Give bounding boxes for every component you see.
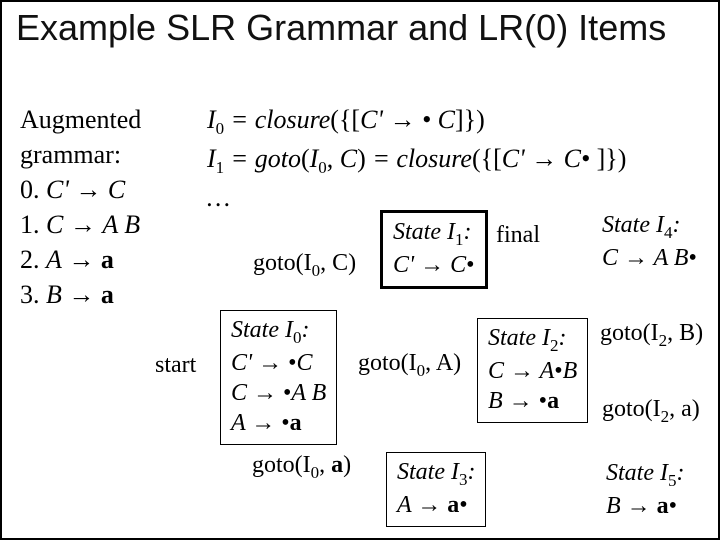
goto-i0-c-label: goto(I0, C): [253, 250, 356, 281]
closure-line-2: I1 = goto(I0, C) = closure({[C' → C• ]}): [207, 141, 626, 180]
state-i0-item-2: C → •A B: [231, 378, 326, 408]
goto-i0-a-label: goto(I0, A): [358, 350, 461, 381]
final-label: final: [496, 222, 540, 249]
closure-line-1: I0 = closure({[C' → • C]}): [207, 102, 626, 141]
state-i4-title: State I4:: [602, 210, 697, 243]
state-i1-item: C' → C•: [393, 250, 475, 280]
grammar-rule-3: 3. B → a: [20, 277, 141, 312]
state-i2-item-2: B → •a: [488, 386, 577, 416]
closure-block: I0 = closure({[C' → • C]}) I1 = goto(I0,…: [207, 102, 626, 215]
goto-i2-b-label: goto(I2, B): [600, 320, 703, 351]
slide-title: Example SLR Grammar and LR(0) Items: [16, 8, 666, 48]
state-i0-item-3: A → •a: [231, 408, 326, 438]
state-i0-item-1: C' → •C: [231, 348, 326, 378]
state-i3-title: State I3:: [397, 457, 475, 490]
state-i5: State I5: B → a•: [606, 458, 684, 521]
state-i1-title: State I1:: [393, 217, 475, 250]
start-label: start: [155, 352, 196, 379]
goto-i0-a2-label: goto(I0, a): [252, 452, 351, 483]
state-i3: State I3: A → a•: [386, 452, 486, 527]
state-i4-item: C → A B•: [602, 243, 697, 273]
grammar-block: Augmentedgrammar: 0. C' → C 1. C → A B 2…: [20, 102, 141, 313]
state-i2: State I2: C → A•B B → •a: [477, 318, 588, 423]
grammar-heading: Augmentedgrammar:: [20, 102, 141, 172]
state-i0-title: State I0:: [231, 315, 326, 348]
state-i5-item: B → a•: [606, 491, 684, 521]
state-i2-item-1: C → A•B: [488, 356, 577, 386]
state-i1: State I1: C' → C•: [380, 210, 488, 289]
grammar-rule-1: 1. C → A B: [20, 207, 141, 242]
grammar-rule-0: 0. C' → C: [20, 172, 141, 207]
state-i4: State I4: C → A B•: [602, 210, 697, 273]
slide: Example SLR Grammar and LR(0) Items Augm…: [0, 0, 720, 540]
state-i5-title: State I5:: [606, 458, 684, 491]
state-i0: State I0: C' → •C C → •A B A → •a: [220, 310, 337, 445]
state-i3-item: A → a•: [397, 490, 475, 520]
goto-i2-a-label: goto(I2, a): [602, 396, 700, 427]
state-i2-title: State I2:: [488, 323, 577, 356]
grammar-rule-2: 2. A → a: [20, 242, 141, 277]
